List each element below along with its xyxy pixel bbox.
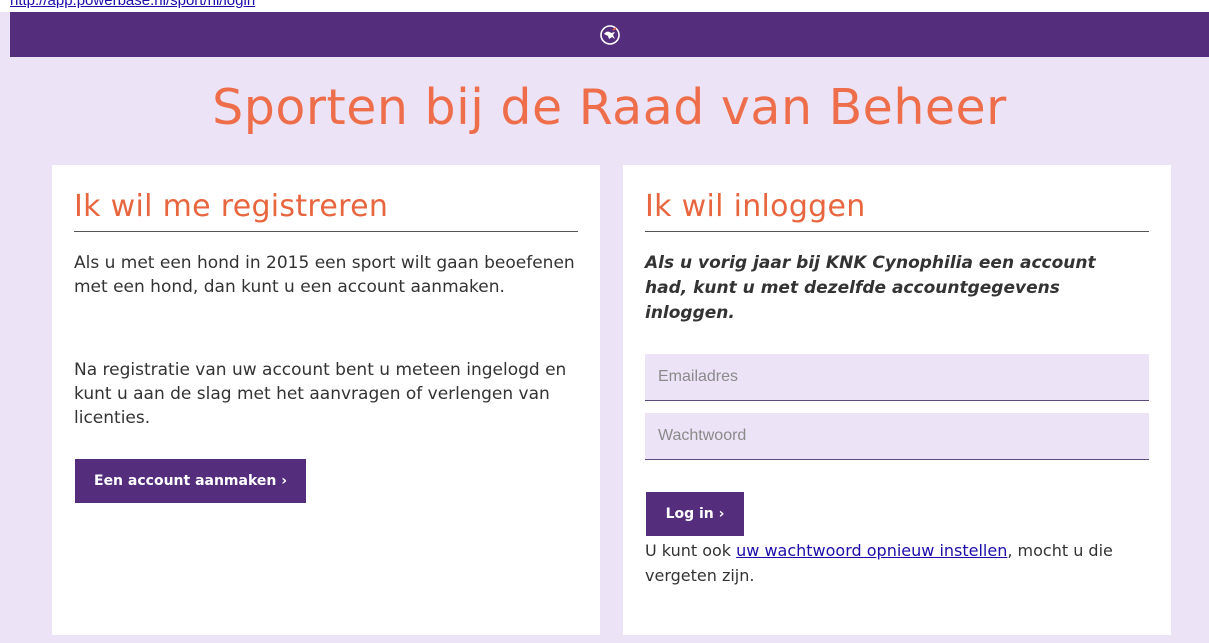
reset-password-link[interactable]: uw wachtwoord opnieuw instellen (736, 541, 1007, 560)
top-url-strip: http://app.powerbase.nl/sport/nl/login (0, 0, 1209, 12)
register-card: Ik wil me registreren Als u met een hond… (52, 165, 600, 635)
email-field[interactable] (645, 354, 1149, 401)
header-bar (10, 12, 1209, 57)
page-title: Sporten bij de Raad van Beheer (212, 79, 1007, 136)
register-paragraph-1: Als u met een hond in 2015 een sport wil… (74, 253, 575, 297)
register-paragraph-2: Na registratie van uw account bent u met… (74, 360, 567, 428)
login-intro: Als u vorig jaar bij KNK Cynophilia een … (645, 253, 1096, 323)
login-card: Ik wil inloggen Als u vorig jaar bij KNK… (623, 165, 1171, 635)
password-field[interactable] (645, 413, 1149, 460)
password-reset-help: U kunt ook uw wachtwoord opnieuw instell… (645, 538, 1149, 588)
dog-logo-icon[interactable] (598, 23, 622, 47)
login-button[interactable]: Log in › (646, 492, 744, 536)
register-divider (74, 231, 578, 232)
help-prefix: U kunt ook (645, 541, 737, 560)
login-divider (645, 231, 1149, 232)
login-title: Ik wil inloggen (645, 189, 866, 224)
create-account-button[interactable]: Een account aanmaken › (75, 459, 306, 503)
top-url-link[interactable]: http://app.powerbase.nl/sport/nl/login (10, 0, 255, 9)
register-title: Ik wil me registreren (74, 189, 389, 224)
